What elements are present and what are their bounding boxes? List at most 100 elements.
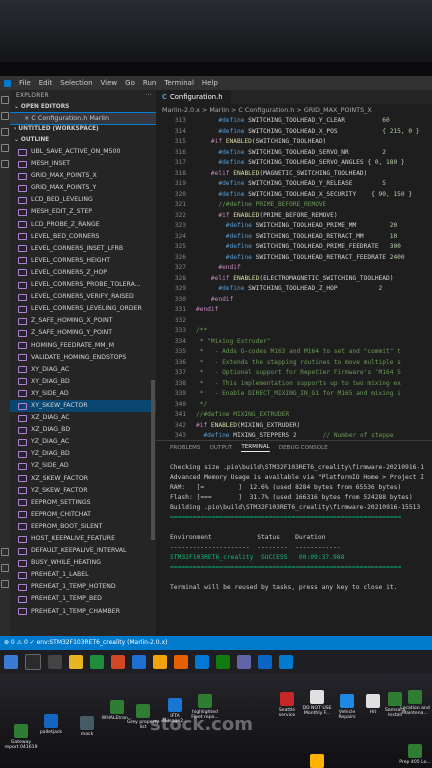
- firefox-icon[interactable]: [174, 655, 188, 669]
- outline-item[interactable]: LCD_BED_LEVELING: [10, 194, 156, 206]
- outline-header[interactable]: ⌄ OUTLINE: [10, 135, 156, 146]
- menu-selection[interactable]: Selection: [60, 79, 92, 87]
- menu-terminal[interactable]: Terminal: [164, 79, 194, 87]
- code-line[interactable]: 319 #define SWITCHING_TOOLHEAD_Y_RELEASE…: [156, 179, 432, 190]
- outline-item[interactable]: PREHEAT_1_TEMP_CHAMBER: [10, 606, 156, 618]
- code-line[interactable]: 326 #define SWITCHING_TOOLHEAD_RETRACT_F…: [156, 253, 432, 264]
- code-line[interactable]: 322 #if ENABLED(PRIME_BEFORE_REMOVE): [156, 211, 432, 222]
- outline-item[interactable]: XZ_DIAG_AC: [10, 412, 156, 424]
- excel-2-icon[interactable]: [216, 655, 230, 669]
- outline-item[interactable]: GRID_MAX_POINTS_Y: [10, 182, 156, 194]
- code-line[interactable]: 330 #endif: [156, 295, 432, 306]
- code-line[interactable]: 341 //#define MIXING_EXTRUDER: [156, 410, 432, 421]
- tab-output[interactable]: OUTPUT: [210, 445, 233, 451]
- excel-icon[interactable]: [90, 655, 104, 669]
- outline-item[interactable]: LEVEL_CORNERS_Z_HOP: [10, 267, 156, 279]
- outline-item[interactable]: YZ_DIAG_BD: [10, 448, 156, 460]
- outline-item[interactable]: HOST_KEEPALIVE_FEATURE: [10, 533, 156, 545]
- outline-item[interactable]: Z_SAFE_HOMING_Y_POINT: [10, 327, 156, 339]
- outline-item[interactable]: EEPROM_CHITCHAT: [10, 509, 156, 521]
- code-line[interactable]: 327 #endif: [156, 263, 432, 274]
- explorer-icon[interactable]: [1, 96, 9, 104]
- outline-item[interactable]: EEPROM_BOOT_SILENT: [10, 521, 156, 533]
- open-editor-item[interactable]: × C Configuration.h Marlin: [10, 112, 156, 125]
- tab-terminal[interactable]: TERMINAL: [241, 444, 270, 452]
- platformio-icon[interactable]: [1, 548, 9, 556]
- code-line[interactable]: 321 //#define PRIME_BEFORE_REMOVE: [156, 200, 432, 211]
- desktop-shortcut[interactable]: Ship History: [300, 754, 334, 768]
- outline-item[interactable]: VALIDATE_HOMING_ENDSTOPS: [10, 352, 156, 364]
- code-line[interactable]: 314 #define SWITCHING_TOOLHEAD_X_POS { 2…: [156, 127, 432, 138]
- code-line[interactable]: 313 #define SWITCHING_TOOLHEAD_Y_CLEAR 6…: [156, 116, 432, 127]
- outline-item[interactable]: YZ_DIAG_AC: [10, 436, 156, 448]
- outline-item[interactable]: EEPROM_SETTINGS: [10, 497, 156, 509]
- open-editors-header[interactable]: ⌄ OPEN EDITORS: [10, 102, 156, 113]
- outline-item[interactable]: LEVEL_CORNERS_HEIGHT: [10, 255, 156, 267]
- desktop-shortcut[interactable]: mack: [70, 716, 104, 737]
- menu-file[interactable]: File: [19, 79, 31, 87]
- menu-run[interactable]: Run: [143, 79, 156, 87]
- code-line[interactable]: 338 * - This implementation supports up …: [156, 379, 432, 390]
- outline-item[interactable]: MESH_EDIT_Z_STEP: [10, 206, 156, 218]
- more-actions-icon[interactable]: ···: [146, 90, 152, 102]
- start-icon[interactable]: [4, 655, 18, 669]
- code-line[interactable]: 315 #if ENABLED(SWITCHING_TOOLHEAD): [156, 137, 432, 148]
- outline-item[interactable]: HOMING_FEEDRATE_MM_M: [10, 340, 156, 352]
- outline-item[interactable]: XZ_SKEW_FACTOR: [10, 473, 156, 485]
- outline-item[interactable]: XY_SIDE_AD: [10, 388, 156, 400]
- workspace-header[interactable]: › UNTITLED (WORKSPACE): [10, 124, 156, 135]
- code-line[interactable]: 318 #elif ENABLED(MAGNETIC_SWITCHING_TOO…: [156, 169, 432, 180]
- tab-debug-console[interactable]: DEBUG CONSOLE: [279, 445, 328, 451]
- outline-item[interactable]: GRID_MAX_POINTS_X: [10, 170, 156, 182]
- code-line[interactable]: 342 #if ENABLED(MIXING_EXTRUDER): [156, 421, 432, 432]
- code-line[interactable]: 328 #elif ENABLED(ELECTROMAGNETIC_SWITCH…: [156, 274, 432, 285]
- outline-item[interactable]: BUSY_WHILE_HEATING: [10, 557, 156, 569]
- desktop-shortcut[interactable]: Location and Maintena...: [398, 690, 432, 717]
- outline-item[interactable]: YZ_SKEW_FACTOR: [10, 485, 156, 497]
- outline-item[interactable]: LCD_PROBE_Z_RANGE: [10, 219, 156, 231]
- desktop-shortcut[interactable]: palletjack: [34, 714, 68, 735]
- outline-item[interactable]: PREHEAT_1_TEMP_HOTEND: [10, 581, 156, 593]
- extensions-icon[interactable]: [1, 160, 9, 168]
- code-line[interactable]: 332: [156, 316, 432, 327]
- edge-icon[interactable]: [195, 655, 209, 669]
- outline-item[interactable]: YZ_SIDE_AD: [10, 460, 156, 472]
- task-view-icon[interactable]: [48, 655, 62, 669]
- outline-item[interactable]: PREHEAT_1_LABEL: [10, 569, 156, 581]
- outline-item[interactable]: XZ_DIAG_BD: [10, 424, 156, 436]
- code-editor[interactable]: 313 #define SWITCHING_TOOLHEAD_Y_CLEAR 6…: [156, 116, 432, 452]
- menu-go[interactable]: Go: [125, 79, 135, 87]
- desktop-shortcut[interactable]: Prep 405 Lo...: [398, 744, 432, 765]
- code-line[interactable]: 340 */: [156, 400, 432, 411]
- breadcrumb[interactable]: Marlin-2.0.x > Marlin > C Configuration.…: [156, 104, 432, 116]
- sidebar-scrollbar[interactable]: [151, 380, 155, 540]
- search-icon[interactable]: [25, 654, 41, 670]
- outline-item[interactable]: LEVEL_BED_CORNERS: [10, 231, 156, 243]
- source-control-icon[interactable]: [1, 128, 9, 136]
- tab-problems[interactable]: PROBLEMS: [170, 445, 201, 451]
- word-icon[interactable]: [132, 655, 146, 669]
- teams-icon[interactable]: [237, 655, 251, 669]
- search-icon[interactable]: [1, 112, 9, 120]
- desktop-shortcut[interactable]: highlighted Fleet repo...: [188, 694, 222, 721]
- desktop-shortcut[interactable]: IFTA Mileage2...: [158, 698, 192, 725]
- run-debug-icon[interactable]: [1, 144, 9, 152]
- menu-edit[interactable]: Edit: [39, 79, 53, 87]
- code-line[interactable]: 329 #define SWITCHING_TOOLHEAD_Z_HOP 2: [156, 284, 432, 295]
- code-line[interactable]: 339 * - Enable DIRECT_MIXING_IN_G1 for M…: [156, 389, 432, 400]
- outline-item[interactable]: XY_DIAG_BD: [10, 376, 156, 388]
- outline-item[interactable]: DEFAULT_KEEPALIVE_INTERVAL: [10, 545, 156, 557]
- code-line[interactable]: 324 #define SWITCHING_TOOLHEAD_RETRACT_M…: [156, 232, 432, 243]
- outline-item[interactable]: XY_DIAG_AC: [10, 364, 156, 376]
- outlook-icon[interactable]: [258, 655, 272, 669]
- code-line[interactable]: 320 #define SWITCHING_TOOLHEAD_X_SECURIT…: [156, 190, 432, 201]
- desktop-shortcut[interactable]: Grey property list: [126, 704, 160, 731]
- code-line[interactable]: 336 * - Extends the stepping routines to…: [156, 358, 432, 369]
- powerpoint-icon[interactable]: [111, 655, 125, 669]
- file-explorer-icon[interactable]: [69, 655, 83, 669]
- outline-item[interactable]: LEVEL_CORNERS_VERIFY_RAISED: [10, 291, 156, 303]
- code-line[interactable]: 333 /**: [156, 326, 432, 337]
- code-line[interactable]: 337 * - Optional support for Repetier Fi…: [156, 368, 432, 379]
- vscode-taskbar-icon[interactable]: [279, 655, 293, 669]
- code-line[interactable]: 316 #define SWITCHING_TOOLHEAD_SERVO_NR …: [156, 148, 432, 159]
